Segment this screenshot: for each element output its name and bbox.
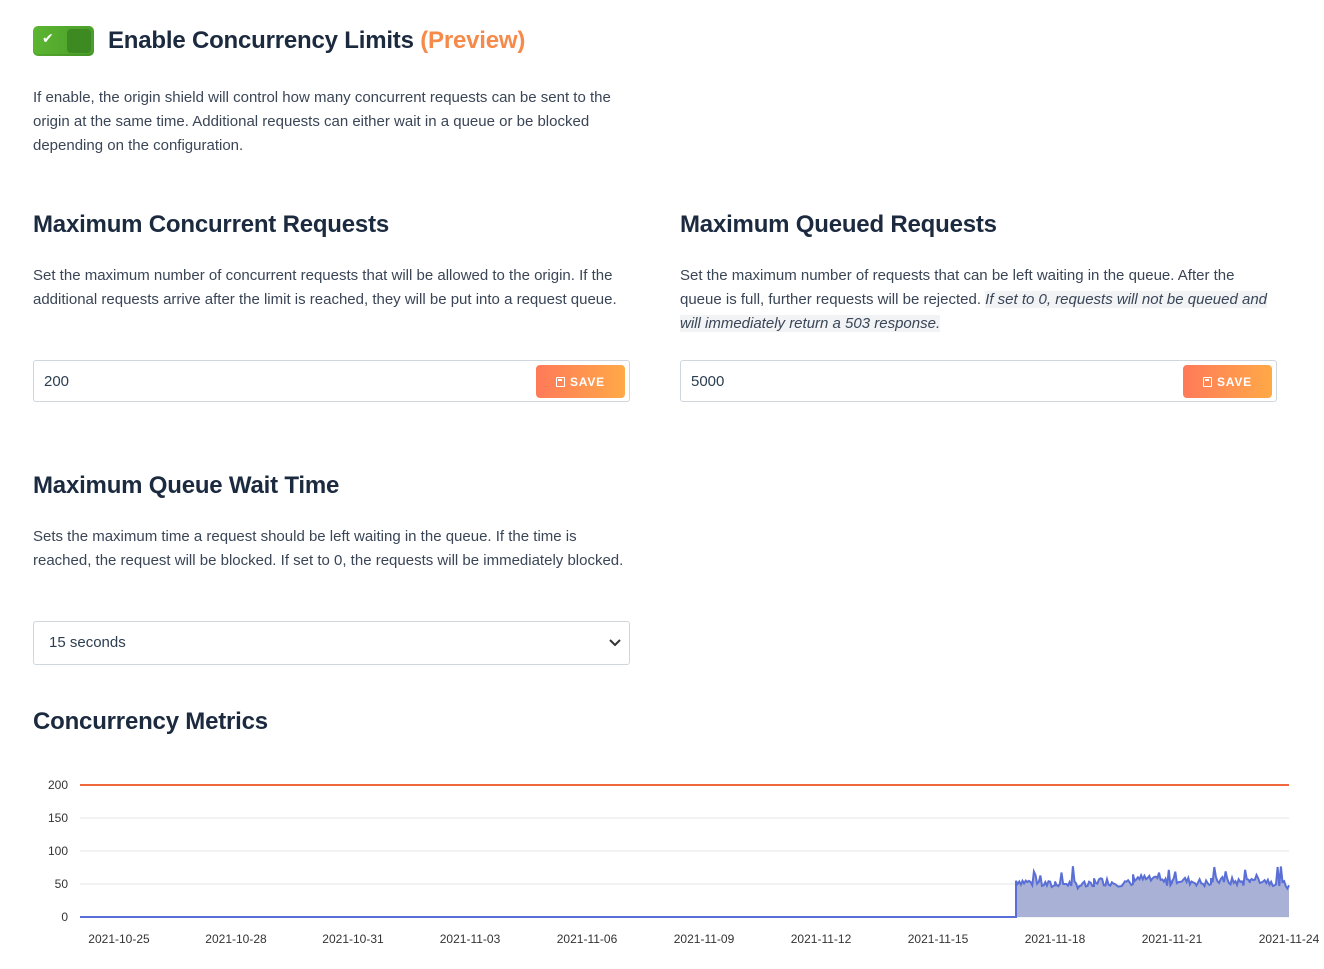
concurrency-chart-svg: 0 50 100 150 200 2021-10-25 2021-10-28 2021-10-… (48, 778, 1320, 946)
enable-concurrency-toggle[interactable]: ✔ (33, 26, 94, 56)
y-tick-label: 150 (48, 811, 68, 825)
queue-wait-selected-value: 15 seconds (49, 634, 126, 651)
save-icon (556, 376, 565, 387)
save-icon (1203, 376, 1212, 387)
max-queued-description: Set the maximum number of requests that … (680, 264, 1280, 336)
concurrency-settings-page: ✔ Enable Concurrency Limits (Preview) If… (0, 0, 1324, 969)
queue-wait-description: Sets the maximum time a request should b… (33, 528, 624, 569)
max-concurrent-description: Set the maximum number of concurrent req… (33, 267, 617, 308)
y-tick-label: 50 (55, 877, 69, 891)
check-icon: ✔ (42, 30, 54, 46)
x-tick-label: 2021-11-15 (908, 932, 969, 946)
max-concurrent-input[interactable] (34, 361, 451, 401)
max-concurrent-title: Maximum Concurrent Requests (33, 211, 390, 238)
max-concurrent-save-button[interactable]: SAVE (536, 365, 625, 398)
queue-wait-title: Maximum Queue Wait Time (33, 472, 340, 499)
x-tick-label: 2021-10-28 (205, 932, 267, 946)
x-tick-label: 2021-11-03 (440, 932, 501, 946)
concurrency-chart: 0 50 100 150 200 2021-10-25 2021-10-28 2021-10-… (33, 765, 1320, 955)
x-tick-label: 2021-11-21 (1142, 932, 1203, 946)
intro-text: If enable, the origin shield will contro… (33, 89, 611, 154)
max-queued-title: Maximum Queued Requests (680, 211, 997, 238)
y-tick-label: 200 (48, 778, 68, 792)
x-tick-label: 2021-10-25 (88, 932, 150, 946)
preview-badge: (Preview) (420, 27, 526, 54)
series-area (80, 866, 1289, 917)
x-tick-label: 2021-10-31 (322, 932, 384, 946)
y-tick-label: 0 (61, 910, 68, 924)
page-title: Enable Concurrency Limits (Preview) (108, 27, 525, 55)
save-label: SAVE (1217, 374, 1252, 389)
queue-wait-select[interactable]: 15 seconds (33, 621, 630, 665)
save-label: SAVE (570, 374, 605, 389)
x-tick-label: 2021-11-18 (1025, 932, 1086, 946)
max-queued-save-button[interactable]: SAVE (1183, 365, 1272, 398)
toggle-knob (67, 29, 91, 53)
title-text: Enable Concurrency Limits (108, 27, 414, 54)
metrics-title: Concurrency Metrics (33, 708, 268, 735)
max-concurrent-input-group: SAVE (33, 360, 630, 402)
chevron-down-icon (609, 639, 621, 647)
y-tick-label: 100 (48, 844, 68, 858)
enable-header: ✔ Enable Concurrency Limits (Preview) (33, 26, 525, 56)
x-tick-label: 2021-11-24 (1259, 932, 1320, 946)
max-queued-input-group: SAVE (680, 360, 1277, 402)
x-tick-label: 2021-11-12 (791, 932, 852, 946)
x-tick-label: 2021-11-09 (674, 932, 735, 946)
x-tick-label: 2021-11-06 (557, 932, 618, 946)
max-queued-input[interactable] (681, 361, 1098, 401)
